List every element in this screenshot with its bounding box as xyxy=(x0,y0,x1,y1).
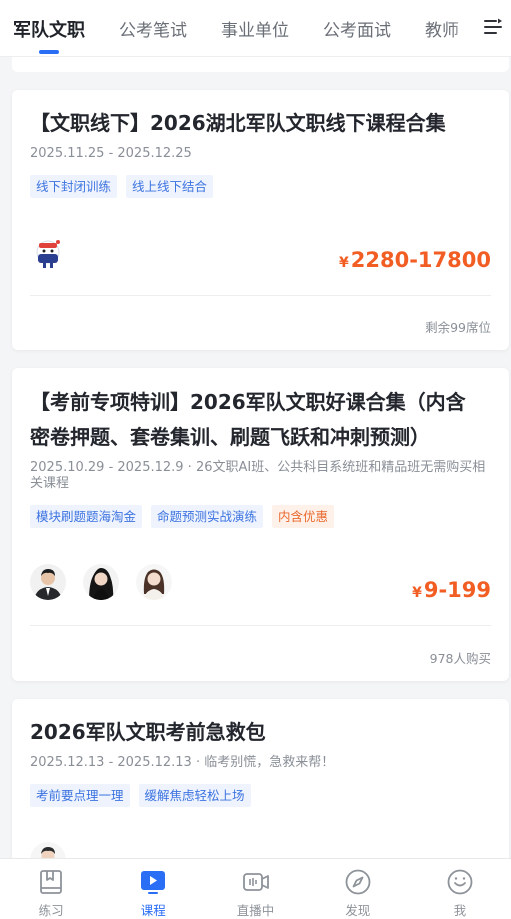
nav-practice[interactable]: 练习 xyxy=(0,859,102,919)
nav-label: 我 xyxy=(453,903,467,918)
card-divider xyxy=(30,625,491,626)
compass-icon xyxy=(345,869,371,895)
course-price: ¥9-199 xyxy=(412,578,491,602)
course-tags: 考前要点理一理 缓解焦虑轻松上场 xyxy=(30,784,260,807)
tab-military-civilian[interactable]: 军队文职 xyxy=(13,16,85,54)
discount-tag: 内含优惠 xyxy=(272,505,335,528)
teacher-avatar xyxy=(83,564,119,600)
course-title-line2: 密卷押题、套卷集训、刷题飞跃和冲刺预测） xyxy=(30,425,430,449)
course-price: ¥2280-17800 xyxy=(339,248,491,272)
tab-public-institution[interactable]: 事业单位 xyxy=(221,16,289,41)
course-title: 2026军队文职考前急救包 xyxy=(30,720,266,744)
course-tag: 命题预测实战演练 xyxy=(151,505,264,528)
teacher-avatar xyxy=(136,564,172,600)
bottom-navigation: 练习 课程 直播中 发现 我 xyxy=(0,858,511,919)
card-divider xyxy=(30,295,491,296)
course-tag: 缓解焦虑轻松上场 xyxy=(138,784,251,807)
course-card[interactable]: 【文职线下】2026湖北军队文职线下课程合集 2025.11.25 - 2025… xyxy=(12,90,509,350)
tab-civil-exam-interview[interactable]: 公考面试 xyxy=(323,16,391,41)
nav-live[interactable]: 直播中 xyxy=(204,859,306,919)
course-tags: 模块刷题题海淘金 命题预测实战演练 内含优惠 xyxy=(30,505,343,528)
course-description: 2025.10.29 - 2025.12.9 · 26文职AI班、公共科目系统班… xyxy=(30,460,486,491)
teacher-avatars xyxy=(30,236,83,272)
course-tag: 线下封闭训练 xyxy=(30,175,118,198)
course-tags: 线下封闭训练 线上线下结合 xyxy=(30,175,222,198)
purchase-count: 978人购买 xyxy=(429,651,491,666)
course-card[interactable]: 2026军队文职考前急救包 2025.12.13 - 2025.12.13 · … xyxy=(12,699,509,879)
course-tag: 线上线下结合 xyxy=(126,175,214,198)
nav-label: 发现 xyxy=(345,903,371,918)
menu-lines-icon[interactable] xyxy=(483,17,503,37)
nav-courses[interactable]: 课程 xyxy=(102,859,204,919)
nav-label: 练习 xyxy=(38,903,64,918)
seats-remaining: 剩余99席位 xyxy=(425,320,491,335)
smile-icon xyxy=(447,869,473,895)
tabs-fade xyxy=(451,0,481,56)
nav-me[interactable]: 我 xyxy=(409,859,511,919)
book-icon xyxy=(40,870,62,894)
course-title-line1: 【考前专项特训】2026军队文职好课合集（内含 xyxy=(30,390,466,414)
course-description: 2025.12.13 - 2025.12.13 · 临考别慌，急救来帮！ xyxy=(30,755,335,770)
course-tag: 考前要点理一理 xyxy=(30,784,130,807)
course-tag: 模块刷题题海淘金 xyxy=(30,505,143,528)
nav-label: 课程 xyxy=(140,903,166,918)
live-camera-icon xyxy=(242,873,269,891)
tab-civil-exam-written[interactable]: 公考笔试 xyxy=(119,16,187,41)
mascot-avatar xyxy=(36,240,60,268)
course-card[interactable]: 【考前专项特训】2026军队文职好课合集（内含 密卷押题、套卷集训、刷题飞跃和冲… xyxy=(12,368,509,681)
course-title: 【文职线下】2026湖北军队文职线下课程合集 xyxy=(30,111,446,135)
teacher-avatars xyxy=(30,564,189,600)
course-date: 2025.11.25 - 2025.12.25 xyxy=(30,146,192,161)
nav-discover[interactable]: 发现 xyxy=(307,859,409,919)
teacher-avatar xyxy=(30,564,66,600)
play-icon xyxy=(141,871,166,894)
previous-card-edge xyxy=(12,57,509,72)
category-tabs: 军队文职 公考笔试 事业单位 公考面试 教师 xyxy=(0,0,493,57)
nav-label: 直播中 xyxy=(236,903,275,918)
top-tab-bar: 军队文职 公考笔试 事业单位 公考面试 教师 xyxy=(0,0,511,57)
